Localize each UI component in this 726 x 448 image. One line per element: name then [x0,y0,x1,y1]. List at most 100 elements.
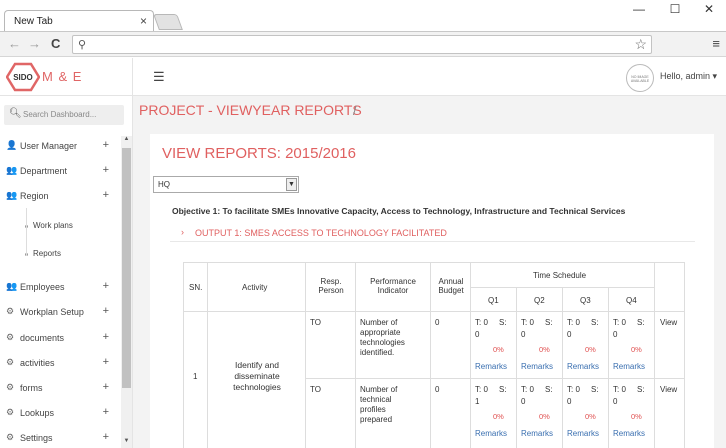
gears-icon: ⚙ [6,382,15,392]
remarks-link[interactable]: Remarks [475,429,507,438]
remarks-link[interactable]: Remarks [521,362,553,371]
sidebar-item-department[interactable]: 👥 Department + [0,161,121,181]
gears-icon: ⚙ [6,357,15,367]
plus-icon: + [102,189,109,201]
brand[interactable]: SIDO M & E [0,58,133,96]
browser-menu-icon[interactable]: ≡ [712,36,720,51]
plus-icon: + [102,305,109,317]
reload-icon[interactable]: C [51,36,60,51]
plus-icon: + [102,406,109,418]
sidebar-scrollbar[interactable]: ▲ ▼ [121,136,132,448]
percent-label: 0% [493,412,504,421]
table-cell-action: View [654,311,685,379]
table-cell-q1: T: 0 S: 0 0% Remarks [470,311,517,379]
sidebar-item-label: Settings [20,433,53,443]
sidebar-search[interactable]: 🔍︎ Search Dashboard... [4,105,124,125]
table-header-budget: Annual Budget [430,262,471,312]
hamburger-menu-icon[interactable]: ☰ [153,69,165,85]
sidebar-subitem-label: Work plans [33,221,73,230]
output-toggle[interactable]: › OUTPUT 1: SMES ACCESS TO TECHNOLOGY FA… [170,222,695,242]
maximize-icon[interactable]: ☐ [660,2,690,18]
new-tab-button[interactable] [153,14,183,30]
sidebar-item-workplan-setup[interactable]: ⚙ Workplan Setup + [0,302,121,322]
gears-icon: ⚙ [6,332,15,342]
back-icon[interactable]: ← [8,36,21,51]
browser-tab[interactable]: New Tab × [4,10,154,32]
main-content: PROJECT - VIEWYEAR REPORTS / VIEW REPORT… [133,96,726,448]
tab-title: New Tab [14,16,53,27]
table-cell-resp: TO [305,378,356,448]
search-icon: ⚲ [78,39,87,51]
table-header-activity: Activity [207,262,306,312]
sidebar-item-label: Lookups [20,408,55,418]
sidebar-item-user-manager[interactable]: 👤 User Manager + [0,136,121,156]
avatar[interactable]: NO IMAGE AVAILABLE [626,64,654,92]
scroll-down-icon[interactable]: ▼ [121,438,132,448]
app: SIDO M & E 🔍︎ Search Dashboard... 👤 User… [0,58,726,448]
table-cell-budget: 0 [430,378,471,448]
user-greeting[interactable]: Hello, admin ▾ [660,71,717,82]
scroll-thumb[interactable] [122,148,131,388]
remarks-link[interactable]: Remarks [521,429,553,438]
tab-close-icon[interactable]: × [140,14,147,28]
remarks-link[interactable]: Remarks [613,429,645,438]
minimize-icon[interactable]: — [624,2,654,18]
scroll-up-icon[interactable]: ▲ [121,136,132,146]
report-table: SN. Activity Resp. Person Performance In… [183,262,685,448]
sidebar-item-label: Department [20,166,68,176]
view-link[interactable]: View [660,385,677,394]
table-cell-sn: 1 [183,311,208,448]
sidebar-item-lookups[interactable]: ⚙ Lookups + [0,403,121,423]
table-cell-q3: T: 0 S: 0 0% Remarks [562,311,609,379]
greeting-text: Hello, admin [660,71,711,81]
sidebar-item-forms[interactable]: ⚙ forms + [0,378,121,398]
forward-icon[interactable]: → [28,36,41,51]
sidebar-item-settings[interactable]: ⚙ Settings + [0,428,121,448]
sidebar-item-employees[interactable]: 👥 Employees + [0,277,121,297]
remarks-link[interactable]: Remarks [475,362,507,371]
table-cell-activity: Identify and disseminate technologies [207,311,306,448]
logo-text: SIDO [13,73,33,82]
table-header-q2: Q2 [516,287,563,312]
table-cell-q1: T: 0 S: 1 0% Remarks [470,378,517,448]
sidebar-item-activities[interactable]: ⚙ activities + [0,353,121,373]
remarks-link[interactable]: Remarks [567,362,599,371]
sidebar-item-label: User Manager [20,141,78,151]
table-header-indicator: Performance Indicator [355,262,431,312]
plus-icon: + [102,280,109,292]
sidebar-item-region[interactable]: 👥 Region + [0,186,121,206]
view-link[interactable]: View [660,318,677,327]
region-select[interactable]: HQ ▼ [153,176,299,193]
sidebar: SIDO M & E 🔍︎ Search Dashboard... 👤 User… [0,58,133,448]
table-cell-indicator: Number of technical profiles prepared [355,378,431,448]
table-cell-resp: TO [305,311,356,379]
chevron-down-icon[interactable]: ▼ [286,178,297,191]
breadcrumb-separator: / [353,103,357,118]
table-header-schedule: Time Schedule [470,262,655,288]
percent-label: 0% [539,412,550,421]
remarks-link[interactable]: Remarks [613,362,645,371]
search-icon: 🔍︎ [9,108,22,119]
address-bar[interactable]: ⚲ ☆ [72,35,652,54]
plus-icon: + [102,139,109,151]
app-name: M & E [42,69,83,84]
select-value: HQ [158,180,170,189]
percent-label: 0% [539,345,550,354]
gears-icon: ⚙ [6,407,15,417]
sidebar-subitem-work-plans[interactable]: Work plans [0,217,121,235]
table-cell-q2: T: 0 S: 0 0% Remarks [516,378,563,448]
sido-logo: SIDO [6,62,40,92]
close-window-icon[interactable]: ✕ [694,2,724,18]
bookmark-star-icon[interactable]: ☆ [634,36,647,53]
caret-down-icon: ▾ [712,71,718,81]
percent-label: 0% [631,412,642,421]
sidebar-subitem-reports[interactable]: Reports [0,245,121,263]
remarks-link[interactable]: Remarks [567,429,599,438]
table-header-resp: Resp. Person [305,262,356,312]
table-header-q1: Q1 [470,287,517,312]
users-icon: 👥 [6,165,18,175]
sidebar-item-documents[interactable]: ⚙ documents + [0,328,121,348]
chevron-right-icon: › [181,227,184,237]
browser-toolbar: ← → C ⚲ ☆ ≡ [0,31,726,57]
search-input[interactable]: Search Dashboard... [23,110,96,119]
